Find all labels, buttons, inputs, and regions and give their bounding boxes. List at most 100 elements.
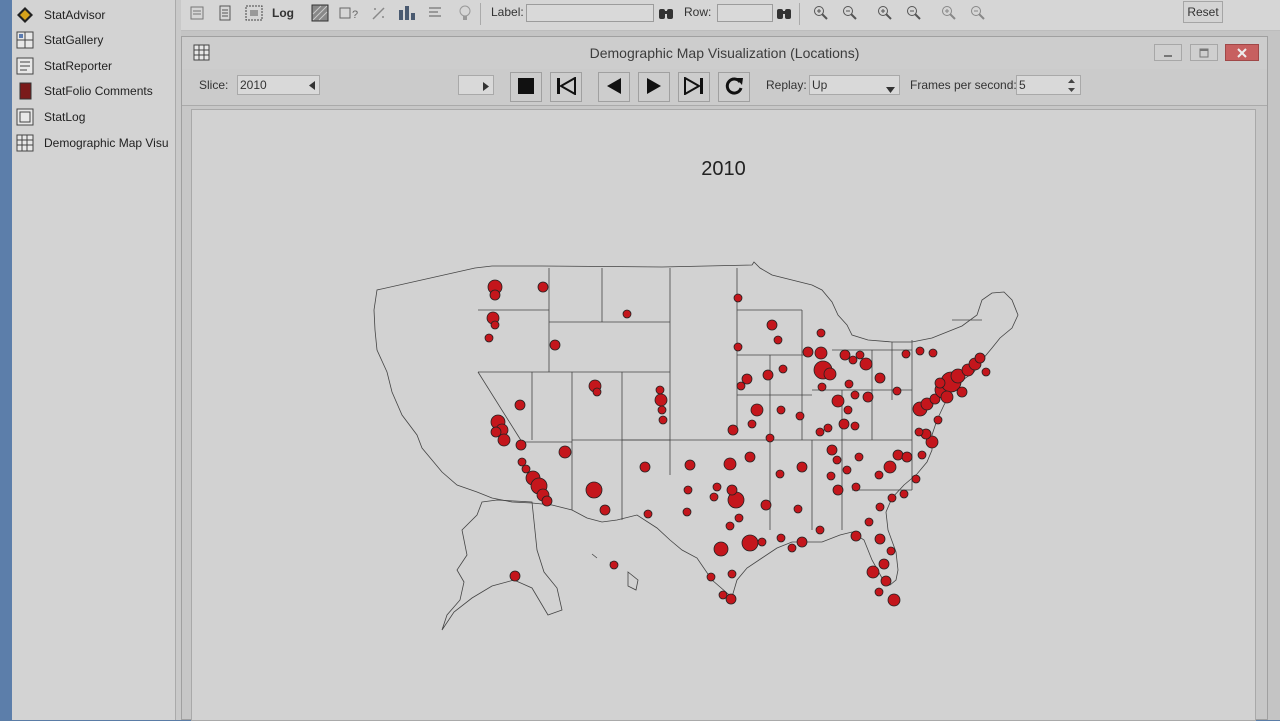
location-marker[interactable]: [823, 367, 837, 381]
pane-options-icon[interactable]: [309, 2, 331, 24]
slice-field[interactable]: 2010: [237, 75, 320, 95]
slice-left-arrow-icon[interactable]: [309, 79, 315, 93]
location-marker[interactable]: [815, 427, 825, 437]
location-marker[interactable]: [657, 405, 667, 415]
sidebar-item-statlog[interactable]: StatLog: [15, 106, 173, 128]
close-button[interactable]: [1225, 44, 1259, 61]
location-marker[interactable]: [776, 405, 786, 415]
location-marker[interactable]: [733, 342, 743, 352]
location-marker[interactable]: [839, 349, 851, 361]
wand-icon[interactable]: [369, 2, 389, 24]
location-marker[interactable]: [899, 489, 909, 499]
location-marker[interactable]: [796, 536, 808, 548]
location-marker[interactable]: [775, 469, 785, 479]
location-marker[interactable]: [815, 525, 825, 535]
zoom-in-x-icon[interactable]: [875, 2, 895, 24]
location-marker[interactable]: [622, 309, 632, 319]
location-marker[interactable]: [848, 355, 858, 365]
location-marker[interactable]: [826, 444, 838, 456]
location-marker[interactable]: [725, 593, 737, 605]
location-marker[interactable]: [874, 587, 884, 597]
label-input[interactable]: [526, 4, 654, 22]
find-row-icon[interactable]: [775, 2, 793, 24]
location-marker[interactable]: [934, 377, 946, 389]
location-marker[interactable]: [940, 390, 954, 404]
location-marker[interactable]: [826, 471, 836, 481]
location-marker[interactable]: [874, 372, 886, 384]
location-marker[interactable]: [850, 390, 860, 400]
location-marker[interactable]: [855, 350, 865, 360]
first-frame-button[interactable]: [550, 72, 582, 102]
location-marker[interactable]: [609, 560, 619, 570]
location-marker[interactable]: [725, 521, 735, 531]
location-marker[interactable]: [864, 517, 874, 527]
location-marker[interactable]: [778, 364, 788, 374]
minimize-button[interactable]: [1154, 44, 1182, 61]
fps-stepper[interactable]: 5: [1016, 75, 1081, 95]
location-marker[interactable]: [814, 346, 828, 360]
location-marker[interactable]: [911, 474, 921, 484]
log-button[interactable]: Log: [271, 2, 295, 24]
location-marker[interactable]: [484, 333, 494, 343]
copy-icon[interactable]: [187, 2, 207, 24]
lightbulb-icon[interactable]: [455, 2, 475, 24]
document-icon[interactable]: [215, 2, 235, 24]
location-marker[interactable]: [880, 575, 892, 587]
location-marker[interactable]: [747, 419, 757, 429]
location-marker[interactable]: [712, 482, 722, 492]
spin-down-icon[interactable]: [1064, 85, 1078, 94]
stop-button[interactable]: [510, 72, 542, 102]
location-marker[interactable]: [874, 470, 884, 480]
row-input[interactable]: [717, 4, 773, 22]
refresh-button[interactable]: [718, 72, 750, 102]
location-marker[interactable]: [956, 386, 968, 398]
location-marker[interactable]: [875, 502, 885, 512]
location-marker[interactable]: [887, 493, 897, 503]
location-marker[interactable]: [733, 293, 743, 303]
location-marker[interactable]: [816, 328, 826, 338]
location-marker[interactable]: [914, 427, 924, 437]
location-marker[interactable]: [599, 504, 611, 516]
location-marker[interactable]: [709, 492, 719, 502]
location-marker[interactable]: [851, 482, 861, 492]
location-marker[interactable]: [773, 335, 783, 345]
location-marker[interactable]: [850, 421, 860, 431]
location-marker[interactable]: [706, 572, 716, 582]
location-marker[interactable]: [654, 393, 668, 407]
play-button[interactable]: [638, 72, 670, 102]
location-marker[interactable]: [585, 481, 603, 499]
last-frame-button[interactable]: [678, 72, 710, 102]
sidebar-item-demographic-map[interactable]: Demographic Map Visu: [15, 132, 173, 154]
location-marker[interactable]: [892, 386, 902, 396]
location-marker[interactable]: [878, 558, 890, 570]
zoom-in-y-icon[interactable]: [939, 2, 959, 24]
sidebar-item-statfolio-comments[interactable]: StatFolio Comments: [15, 80, 173, 102]
location-marker[interactable]: [883, 460, 897, 474]
location-marker[interactable]: [831, 394, 845, 408]
location-marker[interactable]: [886, 546, 896, 556]
align-icon[interactable]: [425, 2, 445, 24]
zoom-in-icon[interactable]: [811, 2, 831, 24]
location-marker[interactable]: [509, 570, 521, 582]
location-marker[interactable]: [592, 387, 602, 397]
location-marker[interactable]: [726, 484, 738, 496]
location-marker[interactable]: [744, 451, 756, 463]
find-label-icon[interactable]: [657, 2, 675, 24]
location-marker[interactable]: [874, 533, 886, 545]
select-region-icon[interactable]: [243, 2, 265, 24]
location-marker[interactable]: [643, 509, 653, 519]
maximize-button[interactable]: [1190, 44, 1218, 61]
window-title-bar[interactable]: Demographic Map Visualization (Locations…: [182, 37, 1267, 69]
location-marker[interactable]: [832, 484, 844, 496]
location-marker[interactable]: [713, 541, 729, 557]
location-marker[interactable]: [844, 379, 854, 389]
location-marker[interactable]: [490, 426, 502, 438]
reset-button[interactable]: Reset: [1183, 1, 1223, 23]
location-marker[interactable]: [537, 281, 549, 293]
location-marker[interactable]: [917, 450, 927, 460]
sidebar-item-statgallery[interactable]: StatGallery: [15, 29, 173, 51]
chart-options-icon[interactable]: [395, 2, 419, 24]
location-marker[interactable]: [490, 320, 500, 330]
location-marker[interactable]: [795, 411, 805, 421]
location-marker[interactable]: [658, 415, 668, 425]
